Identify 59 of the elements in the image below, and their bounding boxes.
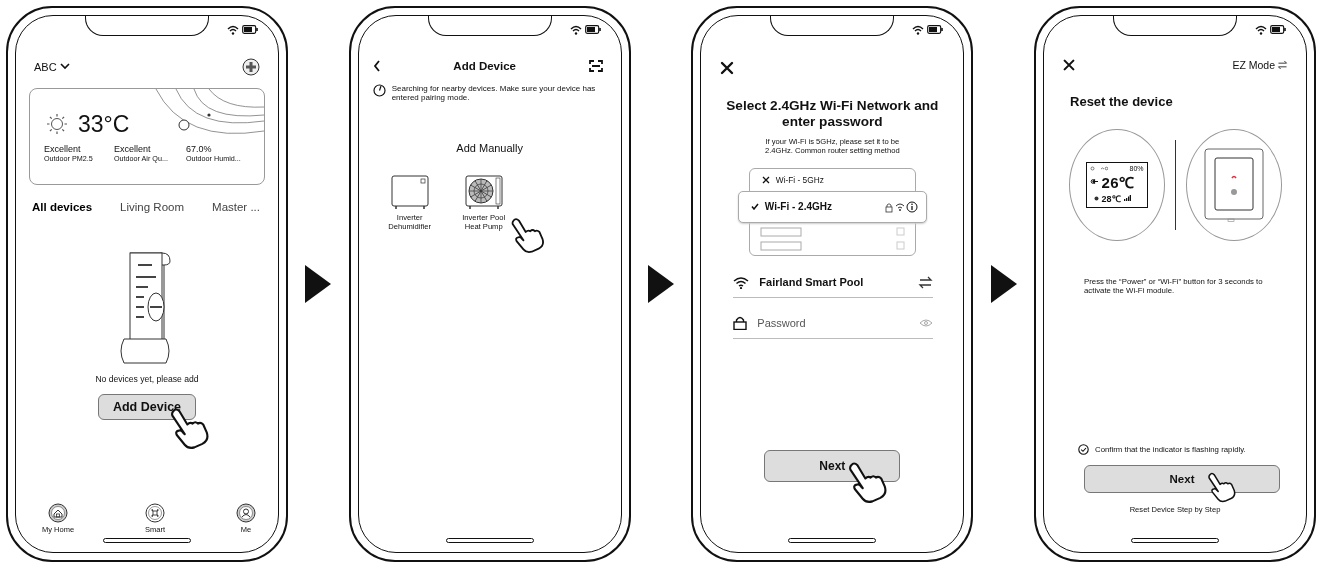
next-arrow-icon [305, 264, 332, 303]
mode-switch-link[interactable]: EZ Mode [1232, 58, 1288, 71]
swap-icon [918, 275, 934, 289]
sun-icon [44, 111, 70, 137]
room-tab[interactable]: Master ... [212, 200, 260, 213]
close-icon[interactable] [719, 59, 736, 76]
wifi-icon [227, 24, 239, 35]
search-notice: Searching for nearby devices. Make sure your device has entered pairing mode. [391, 83, 597, 102]
battery-icon [584, 25, 601, 34]
person-icon[interactable] [236, 502, 256, 523]
screen-title: Select 2.4GHz Wi-Fi Network and enter password [725, 97, 940, 132]
placeholder-row-icon [759, 226, 905, 237]
stat-value: 67.0% [186, 143, 213, 154]
stat-value: Excellent [114, 143, 152, 154]
section-heading: Add Manually [455, 141, 524, 154]
next-arrow-icon [990, 264, 1017, 303]
placeholder-row-icon [759, 240, 905, 251]
signal-bars-icon [1123, 195, 1131, 201]
command-icon[interactable] [145, 502, 166, 523]
check-icon [750, 203, 759, 211]
wifi-icon [912, 24, 925, 35]
network-status-icon [883, 200, 918, 213]
moon-icon [1093, 195, 1099, 201]
password-field[interactable]: Password [757, 316, 910, 329]
wifi-name-field[interactable]: Fairland Smart Pool [733, 265, 934, 298]
cross-icon [761, 175, 770, 184]
lcd-status-icons [1089, 165, 1108, 171]
swap-icon [1277, 59, 1288, 70]
stat-value: Excellent [44, 143, 82, 154]
lock-icon [733, 315, 748, 330]
next-arrow-icon [648, 264, 674, 303]
wifi-icon [569, 24, 582, 35]
screen-title: Reset the device [1069, 93, 1174, 109]
room-tab[interactable]: All devices [32, 200, 93, 213]
screen-title: Add Device [452, 59, 517, 72]
checkbox-icon[interactable] [1078, 443, 1089, 455]
home-icon[interactable] [48, 502, 69, 523]
add-icon[interactable] [242, 57, 260, 76]
lcd-set-temperature: 28℃ [1101, 192, 1121, 205]
battery-icon [242, 25, 258, 34]
empty-message: No devices yet, please add [94, 373, 200, 384]
network-option[interactable]: Wi-Fi - 5GHz [749, 168, 915, 191]
power-symbol-icon [1089, 178, 1099, 185]
next-button[interactable]: Next [764, 449, 901, 482]
wifi-icon [1255, 24, 1267, 35]
room-tab[interactable]: Living Room [120, 200, 185, 213]
timer-icon [372, 83, 386, 97]
wifi-icon [733, 275, 750, 289]
lcd-temperature: 26℃ [1101, 172, 1135, 192]
back-icon[interactable] [372, 59, 381, 72]
chevron-down-icon [59, 63, 70, 70]
network-option[interactable]: Wi-Fi - 2.4GHz [737, 190, 927, 223]
battery-icon [927, 25, 944, 34]
hand-cursor-icon [1206, 470, 1238, 503]
scan-icon[interactable] [588, 59, 603, 72]
temperature: 33°C [78, 110, 130, 138]
home-selector[interactable]: ABC [34, 60, 70, 73]
battery-icon [1270, 25, 1286, 34]
close-icon[interactable] [1062, 57, 1076, 72]
